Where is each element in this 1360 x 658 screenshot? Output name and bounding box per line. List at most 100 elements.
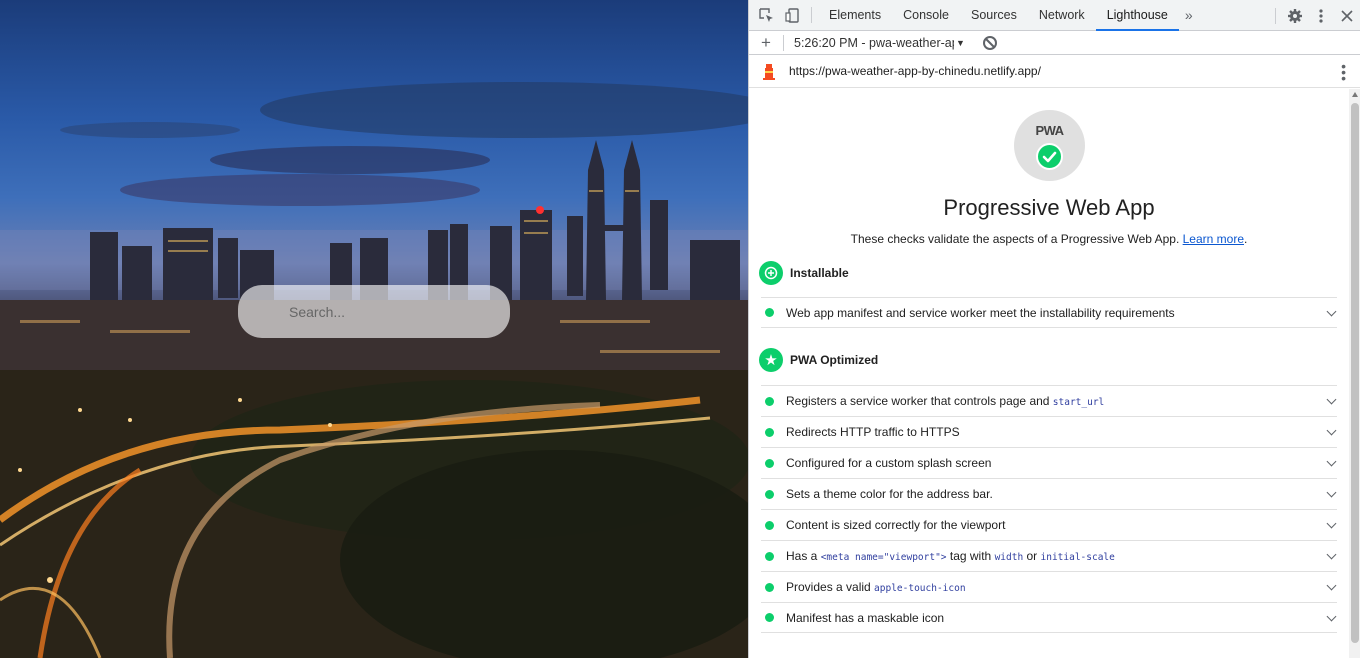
audit-row[interactable]: Provides a valid apple-touch-icon <box>761 571 1337 602</box>
description-period: . <box>1244 232 1248 246</box>
audit-title: Has a <meta name="viewport"> tag with wi… <box>786 549 1115 563</box>
audit-row[interactable]: Content is sized correctly for the viewp… <box>761 509 1337 540</box>
devtools-panel: Elements Console Sources Network Lightho… <box>748 0 1360 658</box>
plus-icon[interactable]: + <box>749 33 783 53</box>
group-header-pwa-optimized: ★ PWA Optimized <box>759 348 878 372</box>
audit-title: Registers a service worker that controls… <box>786 394 1104 408</box>
tab-network[interactable]: Network <box>1028 0 1096 31</box>
description-text: These checks validate the aspects of a P… <box>850 232 1180 246</box>
inspect-icon[interactable] <box>753 0 779 31</box>
audit-title: Manifest has a maskable icon <box>786 611 944 625</box>
audit-title: Redirects HTTP traffic to HTTPS <box>786 425 960 439</box>
audit-title: Provides a valid apple-touch-icon <box>786 580 966 594</box>
audit-row[interactable]: Manifest has a maskable icon <box>761 602 1337 633</box>
audit-text: Has a <box>786 549 821 563</box>
kebab-menu-icon[interactable]: • • • <box>1341 59 1346 85</box>
pass-status-icon <box>765 582 774 592</box>
audit-text: Configured for a custom splash screen <box>786 456 992 470</box>
audit-text: Web app manifest and service worker meet… <box>786 305 1175 320</box>
toolbar-divider <box>811 7 812 23</box>
audit-row[interactable]: Redirects HTTP traffic to HTTPS <box>761 416 1337 447</box>
lighthouse-icon <box>749 63 789 80</box>
clear-icon[interactable] <box>982 35 997 50</box>
weather-app-page <box>0 0 748 658</box>
chevron-down-icon[interactable] <box>1326 306 1337 317</box>
audit-text: or <box>1023 549 1041 563</box>
chevron-down-icon[interactable] <box>1326 580 1337 591</box>
group-title: Installable <box>790 266 849 280</box>
scrollbar-thumb[interactable] <box>1351 103 1359 643</box>
devtools-tabbar: Elements Console Sources Network Lightho… <box>749 0 1360 31</box>
group-header-installable: Installable <box>759 261 849 285</box>
pass-status-icon <box>765 458 774 468</box>
toolbar-divider <box>783 34 784 51</box>
chevron-down-icon[interactable] <box>1326 394 1337 405</box>
audit-code-snippet: apple-touch-icon <box>874 583 966 594</box>
category-title: Progressive Web App <box>943 195 1155 220</box>
tab-lighthouse[interactable]: Lighthouse <box>1095 0 1179 31</box>
audit-row[interactable]: Registers a service worker that controls… <box>761 385 1337 416</box>
device-toolbar-icon[interactable] <box>779 0 805 31</box>
pass-status-icon <box>765 551 774 561</box>
audit-code-snippet: start_url <box>1052 397 1105 408</box>
audit-text: Content is sized correctly for the viewp… <box>786 518 1006 532</box>
audit-list-pwa-optimized: Registers a service worker that controls… <box>761 385 1337 633</box>
audit-text: Manifest has a maskable icon <box>786 610 945 625</box>
audit-text: tag with <box>946 549 995 563</box>
lighthouse-report: PWA Progressive Web App These checks val… <box>749 89 1349 658</box>
learn-more-link[interactable]: Learn more <box>1183 232 1244 246</box>
group-title: PWA Optimized <box>790 353 879 367</box>
check-icon <box>1036 143 1063 170</box>
audit-text: Redirects HTTP traffic to HTTPS <box>786 425 960 439</box>
audit-row[interactable]: Web app manifest and service worker meet… <box>761 297 1337 328</box>
more-tabs-icon[interactable]: » <box>1179 7 1199 23</box>
pwa-gauge-label: PWA <box>1035 123 1064 138</box>
chevron-down-icon[interactable] <box>1326 487 1337 498</box>
audit-title: Configured for a custom splash screen <box>786 456 991 470</box>
audit-text: Provides a valid <box>786 580 875 594</box>
pass-status-icon <box>765 489 774 499</box>
audit-title: Content is sized correctly for the viewp… <box>786 518 1005 532</box>
audit-row[interactable]: Has a <meta name="viewport"> tag with wi… <box>761 540 1337 571</box>
audit-code-snippet: initial-scale <box>1040 552 1115 563</box>
toolbar-right-actions <box>1269 0 1360 31</box>
report-url-bar: https://pwa-weather-app-by-chinedu.netli… <box>749 55 1360 88</box>
pass-status-icon <box>765 396 774 406</box>
close-icon[interactable] <box>1334 0 1360 31</box>
pwa-category-gauge: PWA <box>1014 110 1085 181</box>
toolbar-divider <box>1275 7 1276 24</box>
audit-title: Web app manifest and service worker meet… <box>786 306 1175 320</box>
category-description: These checks validate the aspects of a P… <box>749 232 1349 246</box>
chevron-down-icon[interactable] <box>1326 456 1337 467</box>
chevron-down-icon[interactable] <box>1326 518 1337 529</box>
lighthouse-run-bar: + 5:26:20 PM - pwa-weather-app ▼ <box>749 31 1360 55</box>
city-search-input[interactable] <box>238 285 510 338</box>
pass-status-icon <box>765 427 774 437</box>
settings-icon[interactable] <box>1282 0 1308 31</box>
chevron-down-icon[interactable] <box>1326 611 1337 622</box>
chevron-down-icon[interactable]: ▼ <box>956 38 965 48</box>
kebab-menu-icon[interactable] <box>1308 0 1334 31</box>
audit-row[interactable]: Configured for a custom splash screen <box>761 447 1337 478</box>
pass-status-icon <box>765 308 774 317</box>
star-icon: ★ <box>759 348 783 372</box>
audit-title: Sets a theme color for the address bar. <box>786 487 993 501</box>
chevron-down-icon[interactable] <box>1326 425 1337 436</box>
pass-status-icon <box>765 613 774 622</box>
report-scrollbar[interactable] <box>1349 89 1360 658</box>
pass-status-icon <box>765 520 774 530</box>
scroll-up-arrow[interactable] <box>1352 92 1358 97</box>
chevron-down-icon[interactable] <box>1326 549 1337 560</box>
audit-code-snippet: width <box>994 552 1024 563</box>
tab-elements[interactable]: Elements <box>818 0 892 31</box>
audit-text: Sets a theme color for the address bar. <box>786 487 993 501</box>
audit-row[interactable]: Sets a theme color for the address bar. <box>761 478 1337 509</box>
tab-console[interactable]: Console <box>892 0 960 31</box>
plus-circle-icon <box>759 261 783 285</box>
report-select[interactable]: 5:26:20 PM - pwa-weather-app <box>794 36 954 50</box>
audit-text: Registers a service worker that controls… <box>786 394 1053 408</box>
tab-sources[interactable]: Sources <box>960 0 1028 31</box>
audit-code-snippet: <meta name="viewport"> <box>820 552 947 563</box>
audit-list-installable: Web app manifest and service worker meet… <box>761 297 1337 328</box>
report-url[interactable]: https://pwa-weather-app-by-chinedu.netli… <box>789 64 1041 78</box>
